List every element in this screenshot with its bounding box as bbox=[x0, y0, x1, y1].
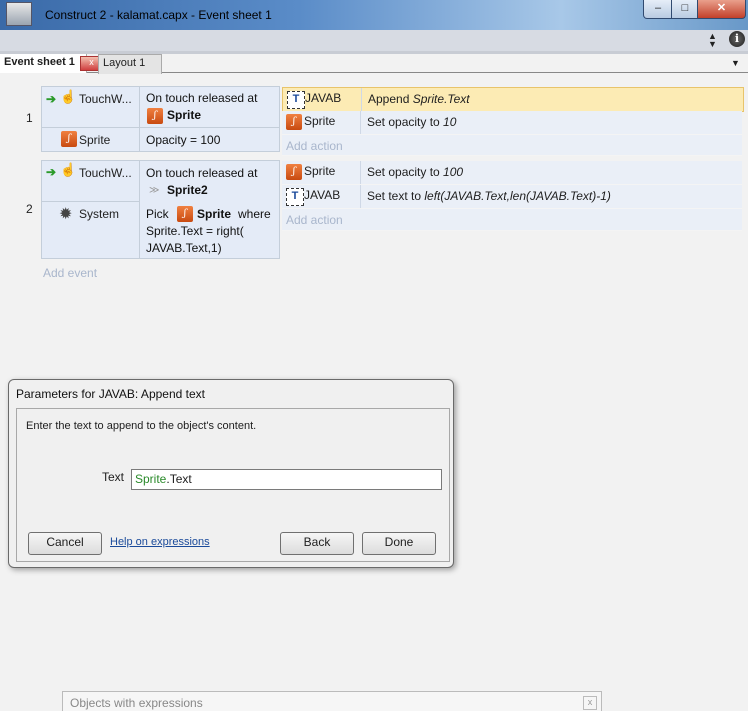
tab-bar: Event sheet 1 x Layout 1 ▼ bbox=[0, 54, 748, 74]
action-row[interactable]: T JAVAB Append Sprite.Text bbox=[282, 87, 744, 112]
pick-object: Sprite bbox=[197, 207, 232, 221]
event-number: 2 bbox=[26, 202, 33, 216]
action-text: Set opacity to 10 bbox=[367, 115, 457, 129]
divider bbox=[360, 111, 361, 134]
divider bbox=[139, 127, 140, 152]
panel-title: Objects with expressions bbox=[70, 696, 203, 710]
gear-icon: ✹ bbox=[59, 206, 73, 223]
maximize-button[interactable]: □ bbox=[671, 0, 699, 19]
text-object-icon: T bbox=[287, 91, 305, 109]
event-2-conditions[interactable]: ➔ ☝ TouchW... On touch released at ≫ Spr… bbox=[41, 160, 280, 259]
objects-with-expressions-panel: Objects with expressions x bbox=[62, 691, 602, 711]
divider bbox=[361, 88, 362, 111]
sprite2-icon: ≫ bbox=[149, 185, 160, 196]
condition-object: TouchW... bbox=[79, 166, 132, 180]
title-bar: Construct 2 - kalamat.capx - Event sheet… bbox=[0, 0, 748, 30]
info-icon[interactable]: i bbox=[729, 31, 745, 47]
divider bbox=[139, 161, 140, 259]
action-row[interactable]: ʃ Sprite Set opacity to 100 bbox=[282, 161, 742, 185]
close-window-button[interactable]: ✕ bbox=[697, 0, 746, 19]
text-field-label: Text bbox=[102, 470, 125, 484]
condition-target: Sprite2 bbox=[167, 183, 208, 197]
sprite-icon: ʃ bbox=[286, 164, 302, 180]
text-expression-input[interactable]: Sprite.Text bbox=[131, 469, 442, 490]
condition-expression: Sprite.Text = right( bbox=[146, 224, 244, 238]
back-button[interactable]: Back bbox=[280, 532, 354, 555]
action-object: JAVAB bbox=[305, 91, 342, 105]
action-object: JAVAB bbox=[304, 188, 341, 202]
sprite-icon: ʃ bbox=[286, 114, 302, 130]
divider bbox=[360, 185, 361, 208]
pick-where: where bbox=[238, 207, 271, 221]
action-text: Append Sprite.Text bbox=[368, 92, 470, 106]
app-icon bbox=[6, 2, 32, 26]
trigger-arrow-icon: ➔ bbox=[46, 165, 57, 179]
trigger-arrow-icon: ➔ bbox=[46, 92, 57, 106]
condition-object: TouchW... bbox=[79, 92, 132, 106]
action-text: Set text to left(JAVAB.Text,len(JAVAB.Te… bbox=[367, 189, 611, 203]
help-on-expressions-link[interactable]: Help on expressions bbox=[110, 536, 210, 548]
add-action-link[interactable]: Add action bbox=[286, 139, 343, 153]
tab-layout[interactable]: Layout 1 bbox=[98, 54, 162, 74]
add-action-link[interactable]: Add action bbox=[286, 213, 343, 227]
action-object: Sprite bbox=[304, 164, 336, 178]
touch-icon: ☝ bbox=[60, 89, 77, 104]
condition-object: System bbox=[79, 207, 120, 221]
action-row[interactable]: T JAVAB Set text to left(JAVAB.Text,len(… bbox=[282, 185, 742, 209]
dialog-body: Enter the text to append to the object's… bbox=[16, 408, 450, 562]
sprite-icon: ʃ bbox=[61, 131, 77, 147]
pick-text: Pick bbox=[146, 207, 169, 221]
ribbon: ▲ ▼ i bbox=[0, 30, 748, 51]
sort-icon[interactable]: ▲ ▼ bbox=[708, 32, 717, 49]
condition-text: On touch released at bbox=[146, 166, 258, 180]
action-row[interactable]: ʃ Sprite Set opacity to 10 bbox=[282, 111, 742, 135]
dialog-description: Enter the text to append to the object's… bbox=[26, 420, 257, 432]
divider bbox=[42, 127, 280, 128]
text-object-icon: T bbox=[286, 188, 304, 206]
sprite-icon: ʃ bbox=[177, 206, 193, 222]
condition-target: Sprite bbox=[167, 108, 202, 122]
event-number: 1 bbox=[26, 111, 33, 125]
event-1-conditions[interactable]: ➔ ☝ TouchW... On touch released at ʃ Spr… bbox=[41, 86, 280, 152]
condition-text: Opacity = 100 bbox=[146, 133, 221, 147]
expression-object-token: Sprite bbox=[135, 472, 167, 486]
sprite-icon: ʃ bbox=[147, 108, 163, 124]
add-action-row bbox=[282, 209, 742, 231]
panel-close-icon[interactable]: x bbox=[583, 696, 597, 710]
condition-expression: JAVAB.Text,1) bbox=[146, 241, 222, 255]
condition-object: Sprite bbox=[79, 133, 111, 147]
dialog-title: Parameters for JAVAB: Append text bbox=[16, 387, 205, 401]
minimize-button[interactable]: ‒ bbox=[643, 0, 673, 19]
parameters-dialog: Parameters for JAVAB: Append text Enter … bbox=[8, 379, 454, 568]
divider bbox=[42, 201, 140, 202]
cancel-button[interactable]: Cancel bbox=[28, 532, 102, 555]
add-event-link[interactable]: Add event bbox=[43, 266, 97, 280]
expression-rest: .Text bbox=[166, 472, 192, 486]
touch-icon: ☝ bbox=[60, 162, 77, 177]
window-title: Construct 2 - kalamat.capx - Event sheet… bbox=[45, 8, 272, 22]
add-action-row bbox=[282, 135, 742, 156]
divider bbox=[139, 87, 140, 127]
divider bbox=[360, 161, 361, 184]
done-button[interactable]: Done bbox=[362, 532, 436, 555]
tab-event-sheet[interactable]: Event sheet 1 bbox=[0, 54, 87, 73]
tab-menu-chevron-icon[interactable]: ▼ bbox=[731, 58, 740, 68]
action-text: Set opacity to 100 bbox=[367, 165, 464, 179]
action-object: Sprite bbox=[304, 114, 336, 128]
condition-text: On touch released at bbox=[146, 91, 258, 105]
